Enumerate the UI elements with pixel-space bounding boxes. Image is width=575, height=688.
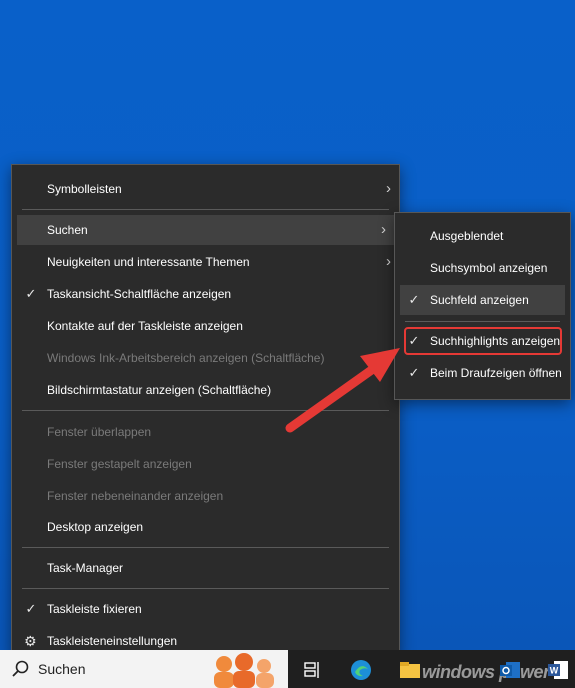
- submenu-item-suchfeld[interactable]: ✓ Suchfeld anzeigen: [400, 285, 565, 315]
- task-view-icon[interactable]: [300, 658, 324, 682]
- menu-item-label: Fenster gestapelt anzeigen: [47, 457, 192, 471]
- menu-item-label: Suchfeld anzeigen: [430, 293, 529, 307]
- submenu-item-draufzeigen[interactable]: ✓ Beim Draufzeigen öffnen: [395, 358, 570, 388]
- svg-text:W: W: [550, 666, 559, 676]
- menu-item-label: Taskansicht-Schaltfläche anzeigen: [47, 287, 232, 301]
- search-placeholder: Suchen: [38, 661, 86, 677]
- chevron-right-icon: ›: [381, 221, 386, 238]
- menu-item-taskleiste-fixieren[interactable]: ✓ Taskleiste fixieren: [12, 594, 399, 624]
- menu-item-fenster-nebeneinander: Fenster nebeneinander anzeigen: [12, 481, 399, 511]
- submenu-item-ausgeblendet[interactable]: Ausgeblendet: [395, 221, 570, 251]
- menu-item-label: Taskleiste fixieren: [47, 602, 142, 616]
- submenu-item-suchsymbol[interactable]: Suchsymbol anzeigen: [395, 253, 570, 283]
- menu-item-label: Ausgeblendet: [430, 229, 504, 243]
- menu-item-label: Task-Manager: [47, 561, 124, 575]
- menu-item-kontakte[interactable]: Kontakte auf der Taskleiste anzeigen: [12, 311, 399, 341]
- checkmark-icon: ✓: [408, 292, 420, 307]
- menu-item-task-manager[interactable]: Task-Manager: [12, 553, 399, 583]
- checkmark-icon: ✓: [25, 601, 37, 616]
- highlight-annotation-box: [404, 327, 562, 355]
- menu-item-bildschirmtastatur[interactable]: Bildschirmtastatur anzeigen (Schaltfläch…: [12, 375, 399, 405]
- menu-item-label: Suchen: [47, 223, 88, 237]
- menu-item-label: Neuigkeiten und interessante Themen: [47, 255, 250, 269]
- menu-item-label: Fenster überlappen: [47, 425, 152, 439]
- word-icon[interactable]: W: [546, 658, 570, 682]
- menu-item-label: Windows Ink-Arbeitsbereich anzeigen (Sch…: [47, 351, 325, 365]
- menu-item-label: Beim Draufzeigen öffnen: [430, 366, 562, 380]
- menu-item-label: Bildschirmtastatur anzeigen (Schaltfläch…: [47, 383, 272, 397]
- outlook-icon[interactable]: [498, 658, 522, 682]
- menu-separator: [22, 588, 389, 589]
- menu-item-desktop-anzeigen[interactable]: Desktop anzeigen: [12, 512, 399, 542]
- menu-item-label: Symbolleisten: [47, 182, 122, 196]
- menu-item-fenster-ueberlappen: Fenster überlappen: [12, 417, 399, 447]
- checkmark-icon: ✓: [408, 365, 420, 380]
- chevron-right-icon: ›: [386, 180, 391, 197]
- people-illustration: [214, 653, 274, 688]
- edge-icon[interactable]: [349, 658, 373, 682]
- menu-item-taskansicht[interactable]: ✓ Taskansicht-Schaltfläche anzeigen: [12, 279, 399, 309]
- chevron-right-icon: ›: [386, 253, 391, 270]
- menu-item-fenster-gestapelt: Fenster gestapelt anzeigen: [12, 449, 399, 479]
- menu-separator: [22, 410, 389, 411]
- menu-item-label: Fenster nebeneinander anzeigen: [47, 489, 224, 503]
- menu-item-symbolleisten[interactable]: Symbolleisten ›: [12, 174, 399, 204]
- menu-separator: [22, 547, 389, 548]
- menu-item-label: Kontakte auf der Taskleiste anzeigen: [47, 319, 243, 333]
- search-icon: [12, 660, 29, 677]
- menu-separator: [405, 321, 560, 322]
- taskbar-context-menu: Symbolleisten › Suchen › Neuigkeiten und…: [11, 164, 400, 656]
- search-box[interactable]: Suchen: [0, 650, 288, 688]
- menu-separator: [22, 209, 389, 210]
- watermark-text: windows power: [422, 662, 550, 682]
- taskbar: Suchen windows power W: [0, 650, 575, 688]
- menu-item-label: Taskleisteneinstellungen: [47, 634, 178, 648]
- search-submenu: Ausgeblendet Suchsymbol anzeigen ✓ Suchf…: [394, 212, 571, 400]
- menu-item-neuigkeiten[interactable]: Neuigkeiten und interessante Themen ›: [12, 247, 399, 277]
- menu-item-suchen[interactable]: Suchen ›: [17, 215, 394, 245]
- checkmark-icon: ✓: [25, 286, 37, 301]
- file-explorer-icon[interactable]: [398, 658, 422, 682]
- menu-item-label: Desktop anzeigen: [47, 520, 144, 534]
- menu-item-windows-ink: Windows Ink-Arbeitsbereich anzeigen (Sch…: [12, 343, 399, 373]
- menu-item-label: Suchsymbol anzeigen: [430, 261, 548, 275]
